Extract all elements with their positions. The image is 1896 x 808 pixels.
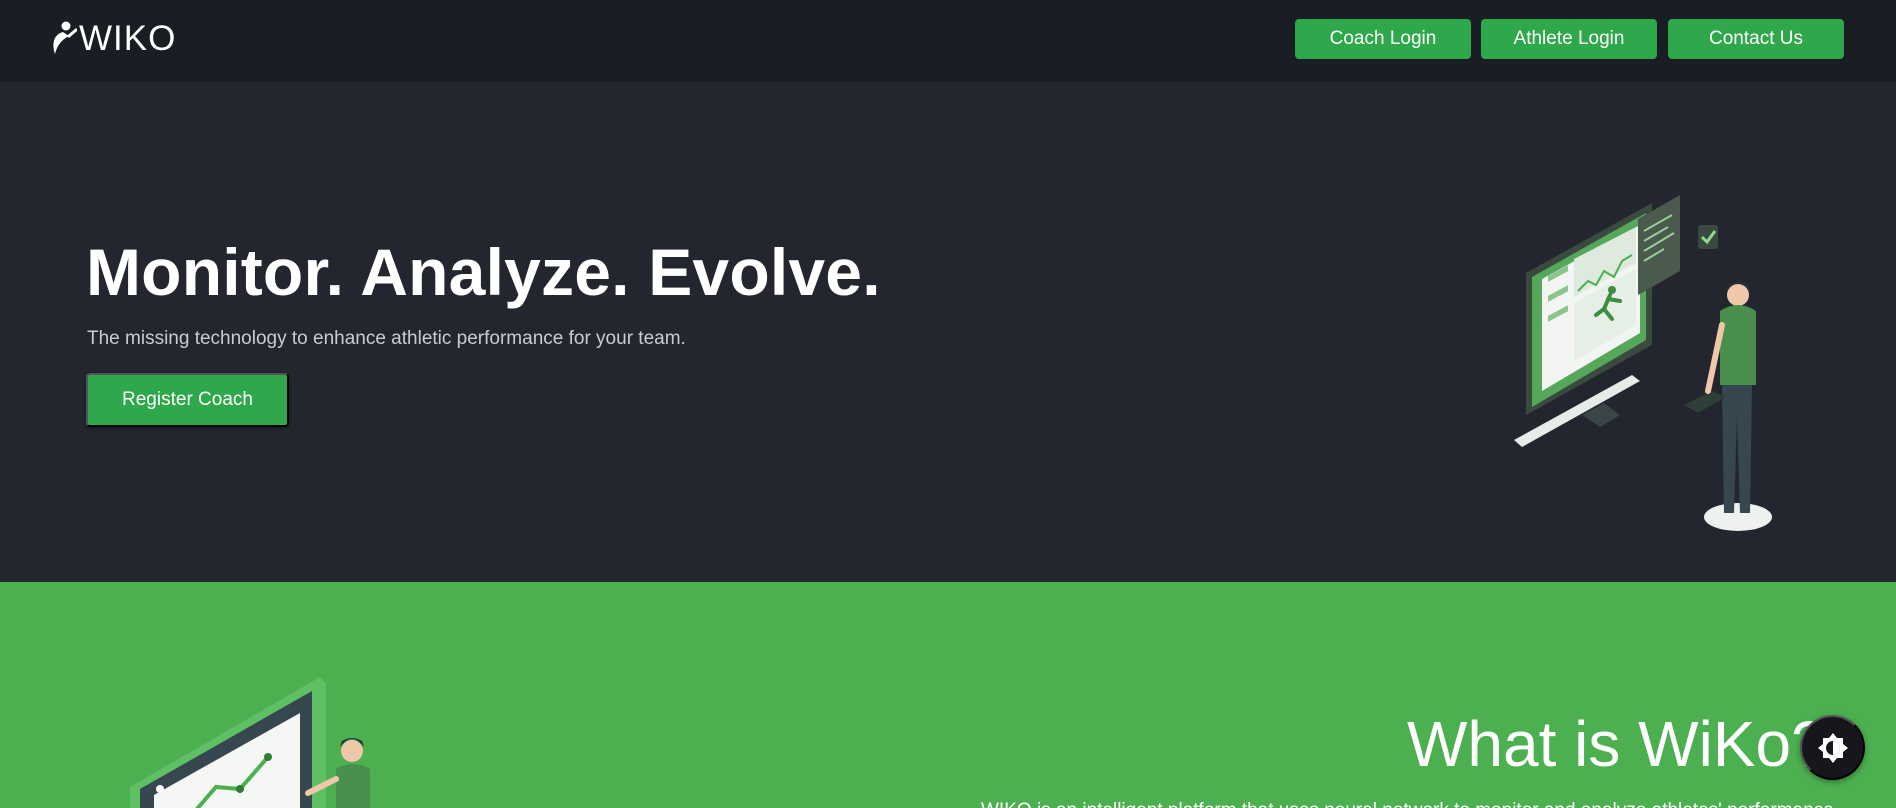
- hero-section: Monitor. Analyze. Evolve. The missing te…: [0, 82, 1896, 582]
- about-description: WIKO is an intelligent platform that use…: [981, 800, 1839, 808]
- hero-subtitle: The missing technology to enhance athlet…: [87, 328, 686, 349]
- theme-toggle-button[interactable]: [1800, 715, 1865, 780]
- brand-logo[interactable]: WIKO: [49, 19, 176, 59]
- logo-text: WIKO: [79, 19, 177, 58]
- register-coach-button[interactable]: Register Coach: [86, 373, 289, 427]
- athlete-login-button[interactable]: Athlete Login: [1481, 19, 1657, 59]
- coach-login-button[interactable]: Coach Login: [1295, 19, 1471, 59]
- navbar: WIKO Coach Login Athlete Login Contact U…: [0, 0, 1896, 82]
- analytics-dashboard-illustration: [1514, 195, 1772, 531]
- hero-title: Monitor. Analyze. Evolve.: [86, 235, 881, 309]
- contact-us-button[interactable]: Contact Us: [1668, 19, 1844, 59]
- about-title: What is WiKo?: [1407, 708, 1827, 780]
- about-section: What is WiKo? WIKO is an intelligent pla…: [0, 582, 1896, 808]
- brightness-icon: [1817, 732, 1848, 763]
- athlete-logo-icon: [53, 21, 77, 54]
- growth-chart-illustration: [130, 677, 370, 808]
